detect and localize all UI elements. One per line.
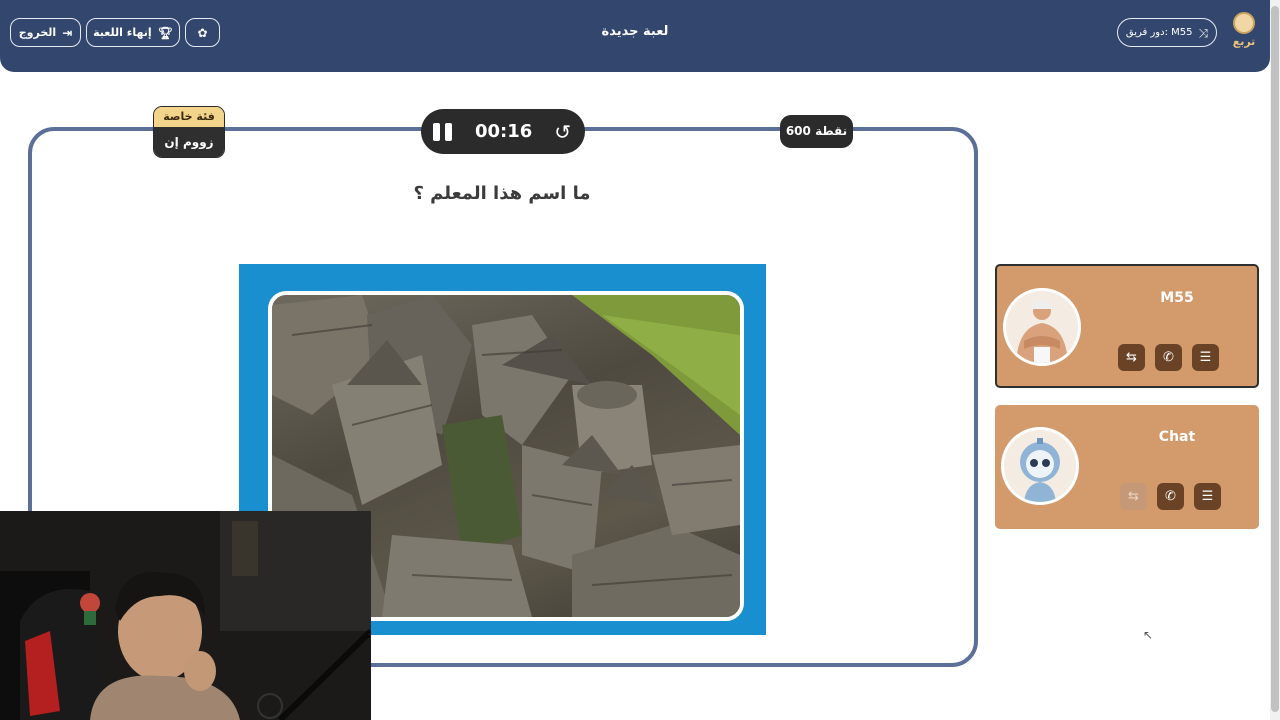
robot-avatar — [1001, 427, 1079, 505]
swap-icon[interactable]: ⇆ — [1120, 483, 1147, 510]
player-name: M55 — [1160, 290, 1194, 306]
player-actions: ⇆ ✆ ☰ — [1118, 344, 1219, 371]
logo-text: تربع — [1232, 35, 1256, 48]
timer-panel: 00:16 ↺ — [421, 109, 585, 154]
shuffle-icon: ⤨ — [1198, 25, 1209, 40]
webcam-overlay — [0, 511, 371, 720]
question-text: ما اسم هذا المعلم ؟ — [413, 183, 591, 204]
top-header: الخروج ⇥ إنهاء اللعبة 🏆︎ ✿ لعبة جديدة دو… — [0, 0, 1270, 72]
points-badge: 600 نقطة — [780, 115, 853, 148]
reset-timer-icon[interactable]: ↺ — [554, 122, 571, 142]
pause-icon[interactable] — [433, 122, 453, 141]
player-name: Chat — [1158, 429, 1196, 445]
phone-icon[interactable]: ✆ — [1157, 483, 1184, 510]
streamer-image — [0, 511, 371, 720]
list-icon[interactable]: ☰ — [1194, 483, 1221, 510]
category-name: زووم إن — [154, 127, 224, 157]
category-type: فئة خاصة — [154, 107, 224, 127]
page-scrollbar[interactable] — [1270, 0, 1280, 720]
team-turn-button[interactable]: دور فريق: M55 ⤨ — [1117, 18, 1217, 47]
player-actions: ⇆ ✆ ☰ — [1120, 483, 1221, 510]
app-logo[interactable]: تربع — [1228, 12, 1260, 54]
list-icon[interactable]: ☰ — [1192, 344, 1219, 371]
swap-icon[interactable]: ⇆ — [1118, 344, 1145, 371]
timer-display: 00:16 — [474, 121, 533, 142]
phone-icon[interactable]: ✆ — [1155, 344, 1182, 371]
mouse-cursor-icon: ↖ — [1143, 628, 1154, 642]
team-turn-label: دور فريق: M55 — [1125, 27, 1193, 38]
muscle-man-avatar — [1003, 288, 1081, 366]
player-card: M55 ⇆ ✆ ☰ — [995, 264, 1259, 388]
category-tag: فئة خاصة زووم إن — [153, 106, 225, 158]
logo-mascot-icon — [1233, 12, 1255, 34]
page-title: لعبة جديدة — [601, 24, 669, 39]
scrollbar-thumb[interactable] — [1271, 6, 1279, 712]
player-card: Chat ⇆ ✆ ☰ — [995, 405, 1259, 529]
